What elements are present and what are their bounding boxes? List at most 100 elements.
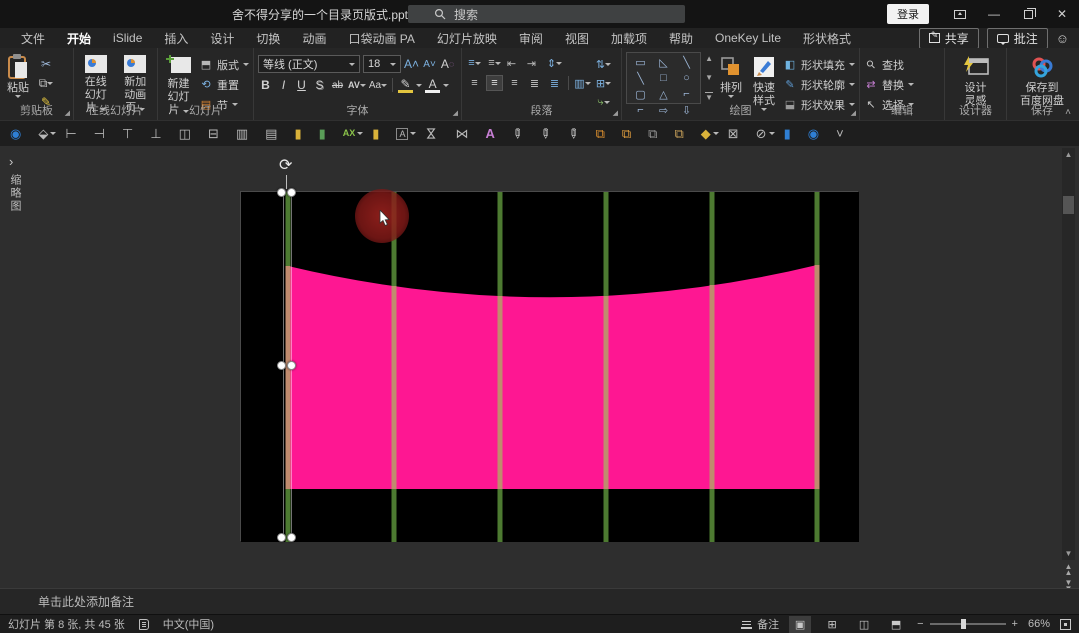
- change-case-button[interactable]: Aa: [369, 77, 387, 93]
- no-outline-icon[interactable]: ⊘: [752, 124, 779, 144]
- shape-item[interactable]: ╲: [675, 54, 698, 70]
- ribbon-tab[interactable]: 动画: [291, 28, 337, 49]
- previous-slide-button[interactable]: ▲▲: [1065, 564, 1073, 576]
- align-objects-bottom-icon[interactable]: ⊥: [146, 124, 173, 144]
- eyedropper-icon[interactable]: ✎: [508, 124, 535, 144]
- underline-button[interactable]: U: [294, 77, 309, 93]
- align-objects-right-icon[interactable]: ⊣: [90, 124, 117, 144]
- ribbon-tab[interactable]: 插入: [153, 28, 199, 49]
- shape-item[interactable]: ╲: [629, 70, 652, 86]
- ribbon-tab[interactable]: 视图: [554, 28, 600, 49]
- layout-button[interactable]: ⬒ 版式: [199, 56, 249, 73]
- send-backward-icon[interactable]: ⧉: [644, 124, 669, 144]
- shape-fill-bucket-icon[interactable]: ◆: [697, 124, 723, 144]
- autofit-text-icon[interactable]: AX: [339, 124, 368, 144]
- shape-outline-button[interactable]: ✎ 形状轮廓: [783, 76, 855, 93]
- ring-blue-icon[interactable]: ◉: [804, 124, 831, 144]
- zoom-out-button[interactable]: −: [917, 618, 923, 630]
- bar-yellow2-icon[interactable]: ▮: [368, 124, 391, 144]
- spell-check-icon[interactable]: [139, 619, 149, 630]
- grow-font-button[interactable]: A˄: [404, 56, 419, 72]
- ribbon-tab[interactable]: 幻灯片放映: [426, 28, 508, 49]
- shape-item[interactable]: ▭: [629, 54, 652, 70]
- record-circle-icon[interactable]: ◉: [6, 124, 33, 144]
- text-shadow-button[interactable]: S: [312, 77, 327, 93]
- maximize-button[interactable]: [1011, 0, 1045, 28]
- shape-item[interactable]: ◺: [652, 54, 675, 70]
- bar-green-icon[interactable]: ▮: [315, 124, 338, 144]
- feedback-smiley-icon[interactable]: ☺: [1056, 31, 1069, 46]
- zoom-level[interactable]: 66%: [1028, 618, 1050, 630]
- shape-item[interactable]: □: [652, 70, 675, 86]
- zoom-track[interactable]: [930, 623, 1006, 625]
- group-objects-icon[interactable]: ⧉: [670, 124, 695, 144]
- more-commands-icon[interactable]: ˅: [832, 124, 856, 144]
- reading-view-button[interactable]: ◫: [853, 616, 875, 633]
- rotation-handle[interactable]: ⟳: [279, 158, 292, 174]
- scroll-down-icon[interactable]: ▼: [1062, 547, 1075, 560]
- thumbnails-panel-collapsed[interactable]: › 缩略图: [0, 146, 28, 588]
- eyedropper2-icon[interactable]: ✎: [536, 124, 563, 144]
- shape-item[interactable]: ▢: [629, 86, 652, 102]
- character-spacing-button[interactable]: AV: [348, 77, 366, 93]
- clear-format-icon[interactable]: A: [481, 124, 506, 144]
- distribute-vertical-icon[interactable]: ▤: [261, 124, 289, 144]
- next-slide-button[interactable]: ▼▼: [1065, 580, 1073, 588]
- fit-slide-to-window-button[interactable]: [1060, 619, 1071, 630]
- slide-canvas[interactable]: [240, 191, 858, 541]
- copy-button[interactable]: ⧉: [36, 75, 56, 91]
- clipboard-dialog-launcher[interactable]: ◢: [65, 109, 70, 117]
- gallery-up-icon[interactable]: ▲: [705, 54, 713, 63]
- columns-button[interactable]: ▥: [574, 75, 591, 91]
- shape-gallery-scroll[interactable]: ▲ ▼ ▼: [705, 52, 713, 104]
- italic-button[interactable]: I: [276, 77, 291, 93]
- justify-button[interactable]: ≣: [526, 75, 543, 91]
- notes-pane[interactable]: 单击此处添加备注: [0, 588, 1079, 614]
- close-button[interactable]: ✕: [1045, 0, 1079, 28]
- slideshow-button[interactable]: ⬒: [885, 616, 907, 633]
- font-size-select[interactable]: 18: [363, 55, 401, 73]
- font-name-select[interactable]: 等线 (正文): [258, 55, 360, 73]
- ribbon-display-options-button[interactable]: [943, 0, 977, 28]
- align-middle-vertical-icon[interactable]: ⊟: [204, 124, 231, 144]
- normal-view-button[interactable]: ▣: [789, 616, 811, 633]
- align-objects-top-icon[interactable]: ⊤: [118, 124, 145, 144]
- shape-item[interactable]: ⌐: [675, 86, 698, 102]
- zoom-in-button[interactable]: +: [1012, 618, 1018, 630]
- slide-number-indicator[interactable]: 幻灯片 第 8 张, 共 45 张: [8, 616, 125, 632]
- ribbon-tab[interactable]: 帮助: [658, 28, 704, 49]
- selection-handle-top-right[interactable]: [287, 188, 296, 197]
- language-indicator[interactable]: 中文(中国): [163, 616, 214, 632]
- text-box-icon[interactable]: A: [392, 124, 420, 144]
- eyedropper3-icon[interactable]: ✎: [564, 124, 591, 144]
- comment-button[interactable]: 批注: [987, 28, 1048, 49]
- paste-dropdown-icon[interactable]: [15, 95, 21, 98]
- document-title[interactable]: 舍不得分享的一个目录页版式.pptx: [232, 0, 426, 28]
- distribute-button[interactable]: ≣: [546, 75, 563, 91]
- bring-forward-icon[interactable]: ⧉: [592, 124, 617, 144]
- indent-button[interactable]: ⇥: [526, 55, 543, 71]
- notes-toggle-button[interactable]: 备注: [741, 616, 779, 632]
- shrink-font-button[interactable]: A˅: [422, 56, 437, 72]
- font-dialog-launcher[interactable]: ◢: [453, 109, 458, 117]
- shape-item[interactable]: △: [652, 86, 675, 102]
- selection-handle-bottom-right[interactable]: [287, 533, 296, 542]
- bar-blue-icon[interactable]: ▮: [780, 124, 803, 144]
- strikethrough-button[interactable]: ab: [330, 77, 345, 93]
- cut-button[interactable]: ✂: [36, 56, 56, 72]
- line-spacing-button[interactable]: ⇕: [546, 55, 563, 71]
- expand-thumbnails-icon[interactable]: ›: [9, 154, 13, 169]
- align-right-button[interactable]: ≡: [506, 75, 523, 91]
- zoom-slider[interactable]: − +: [917, 618, 1018, 630]
- scroll-up-icon[interactable]: ▲: [1062, 148, 1075, 161]
- scrollbar-thumb[interactable]: [1063, 196, 1074, 214]
- align-text-button[interactable]: ⊞: [595, 75, 612, 91]
- crop-icon[interactable]: ⊠: [724, 124, 751, 144]
- merge-shapes-icon[interactable]: ⬙: [34, 124, 60, 144]
- share-button[interactable]: 共享: [919, 28, 979, 49]
- gallery-more-icon[interactable]: ▼: [705, 92, 713, 102]
- selection-handle-top-left[interactable]: [277, 188, 286, 197]
- find-button[interactable]: ⚲ 查找: [864, 56, 914, 73]
- replace-button[interactable]: ⇄ 替换: [864, 76, 914, 93]
- text-direction-button[interactable]: ⇅: [595, 56, 612, 72]
